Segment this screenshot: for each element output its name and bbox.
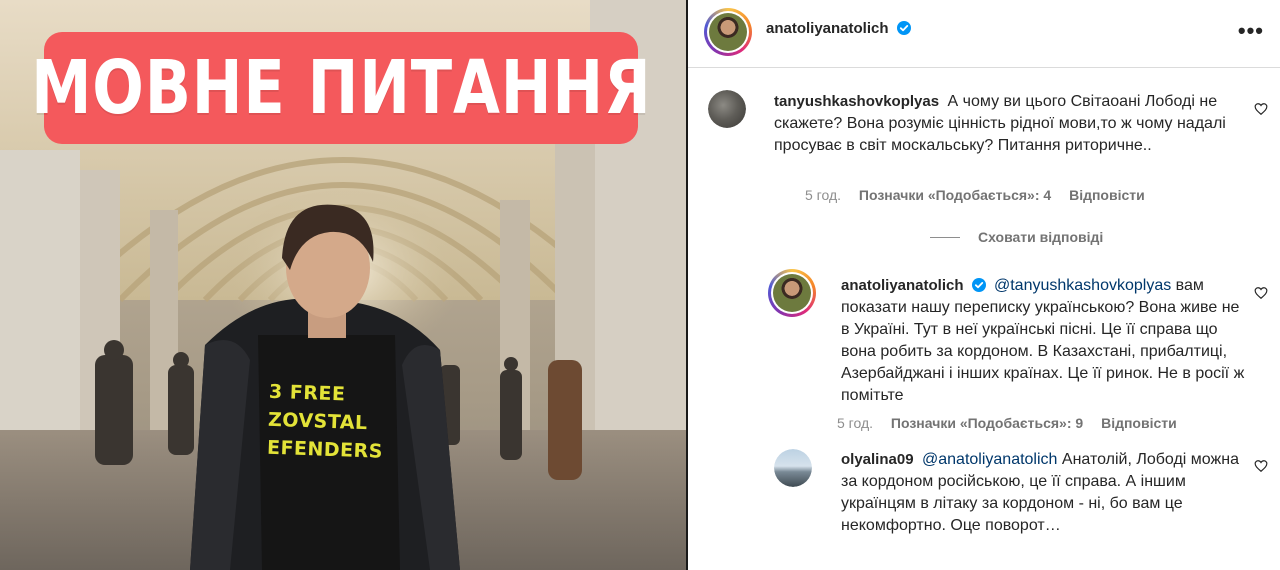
comment-username[interactable]: tanyushkashovkoplyas bbox=[774, 93, 939, 110]
reply-mention[interactable]: @tanyushkashovkoplyas bbox=[994, 277, 1171, 294]
author-avatar[interactable] bbox=[704, 8, 752, 56]
commenter-avatar[interactable] bbox=[708, 90, 746, 128]
author-username[interactable]: anatoliyanatolich bbox=[766, 20, 889, 37]
verified-badge-icon bbox=[896, 21, 911, 35]
reply-text: anatoliyanatolich @tanyushkashovkoplyas … bbox=[841, 275, 1246, 407]
shirt-line: EFENDERS bbox=[266, 436, 384, 463]
title-text: МОВНЕ ПИТАННЯ bbox=[30, 45, 652, 131]
reply-author-avatar[interactable] bbox=[768, 269, 816, 317]
shirt-print: 3 FREE ZOVSTAL EFENDERS bbox=[267, 378, 400, 466]
more-options-icon[interactable]: ••• bbox=[1238, 18, 1264, 44]
comment-time: 5 год. bbox=[805, 187, 842, 203]
post-image: МОВНЕ ПИТАННЯ 3 FREE ZOVSTAL EFENDERS bbox=[0, 0, 686, 570]
verified-badge-icon bbox=[971, 278, 986, 292]
comment-text: tanyushkashovkoplyas А чому ви цього Сві… bbox=[774, 91, 1244, 157]
reply-author-avatar[interactable] bbox=[774, 449, 812, 487]
reply-meta: 5 год. Позначки «Подобається»: 9 Відпові… bbox=[837, 415, 1191, 431]
author-line: anatoliyanatolich bbox=[766, 20, 911, 38]
reply-button[interactable]: Відповісти bbox=[1101, 415, 1177, 431]
comment-likes[interactable]: Позначки «Подобається»: 4 bbox=[859, 187, 1051, 203]
reply-username[interactable]: olyalina09 bbox=[841, 451, 914, 468]
reply-button[interactable]: Відповісти bbox=[1069, 187, 1145, 203]
reply-time: 5 год. bbox=[837, 415, 874, 431]
reply-username[interactable]: anatoliyanatolich bbox=[841, 277, 964, 294]
like-heart-icon[interactable] bbox=[1254, 459, 1268, 473]
reply-likes[interactable]: Позначки «Подобається»: 9 bbox=[891, 415, 1083, 431]
shirt-line: 3 FREE bbox=[268, 380, 346, 406]
reply-text: olyalina09 @anatoliyanatolich Анатолій, … bbox=[841, 449, 1246, 537]
comments-panel: anatoliyanatolich ••• tanyushkashovkoply… bbox=[688, 0, 1280, 570]
hide-replies-label: Сховати відповіді bbox=[978, 229, 1104, 245]
like-heart-icon[interactable] bbox=[1254, 286, 1268, 300]
reply-content: вам показати нашу переписку українською?… bbox=[841, 277, 1245, 404]
like-heart-icon[interactable] bbox=[1254, 102, 1268, 116]
comment-meta: 5 год. Позначки «Подобається»: 4 Відпові… bbox=[805, 187, 1159, 203]
title-banner: МОВНЕ ПИТАННЯ bbox=[31, 32, 650, 144]
reply-mention[interactable]: @anatoliyanatolich bbox=[922, 451, 1057, 468]
post-header: anatoliyanatolich ••• bbox=[688, 0, 1280, 68]
shirt-line: ZOVSTAL bbox=[267, 408, 368, 435]
hide-replies-button[interactable]: Сховати відповіді bbox=[930, 229, 1103, 245]
hide-replies-line bbox=[930, 236, 960, 238]
